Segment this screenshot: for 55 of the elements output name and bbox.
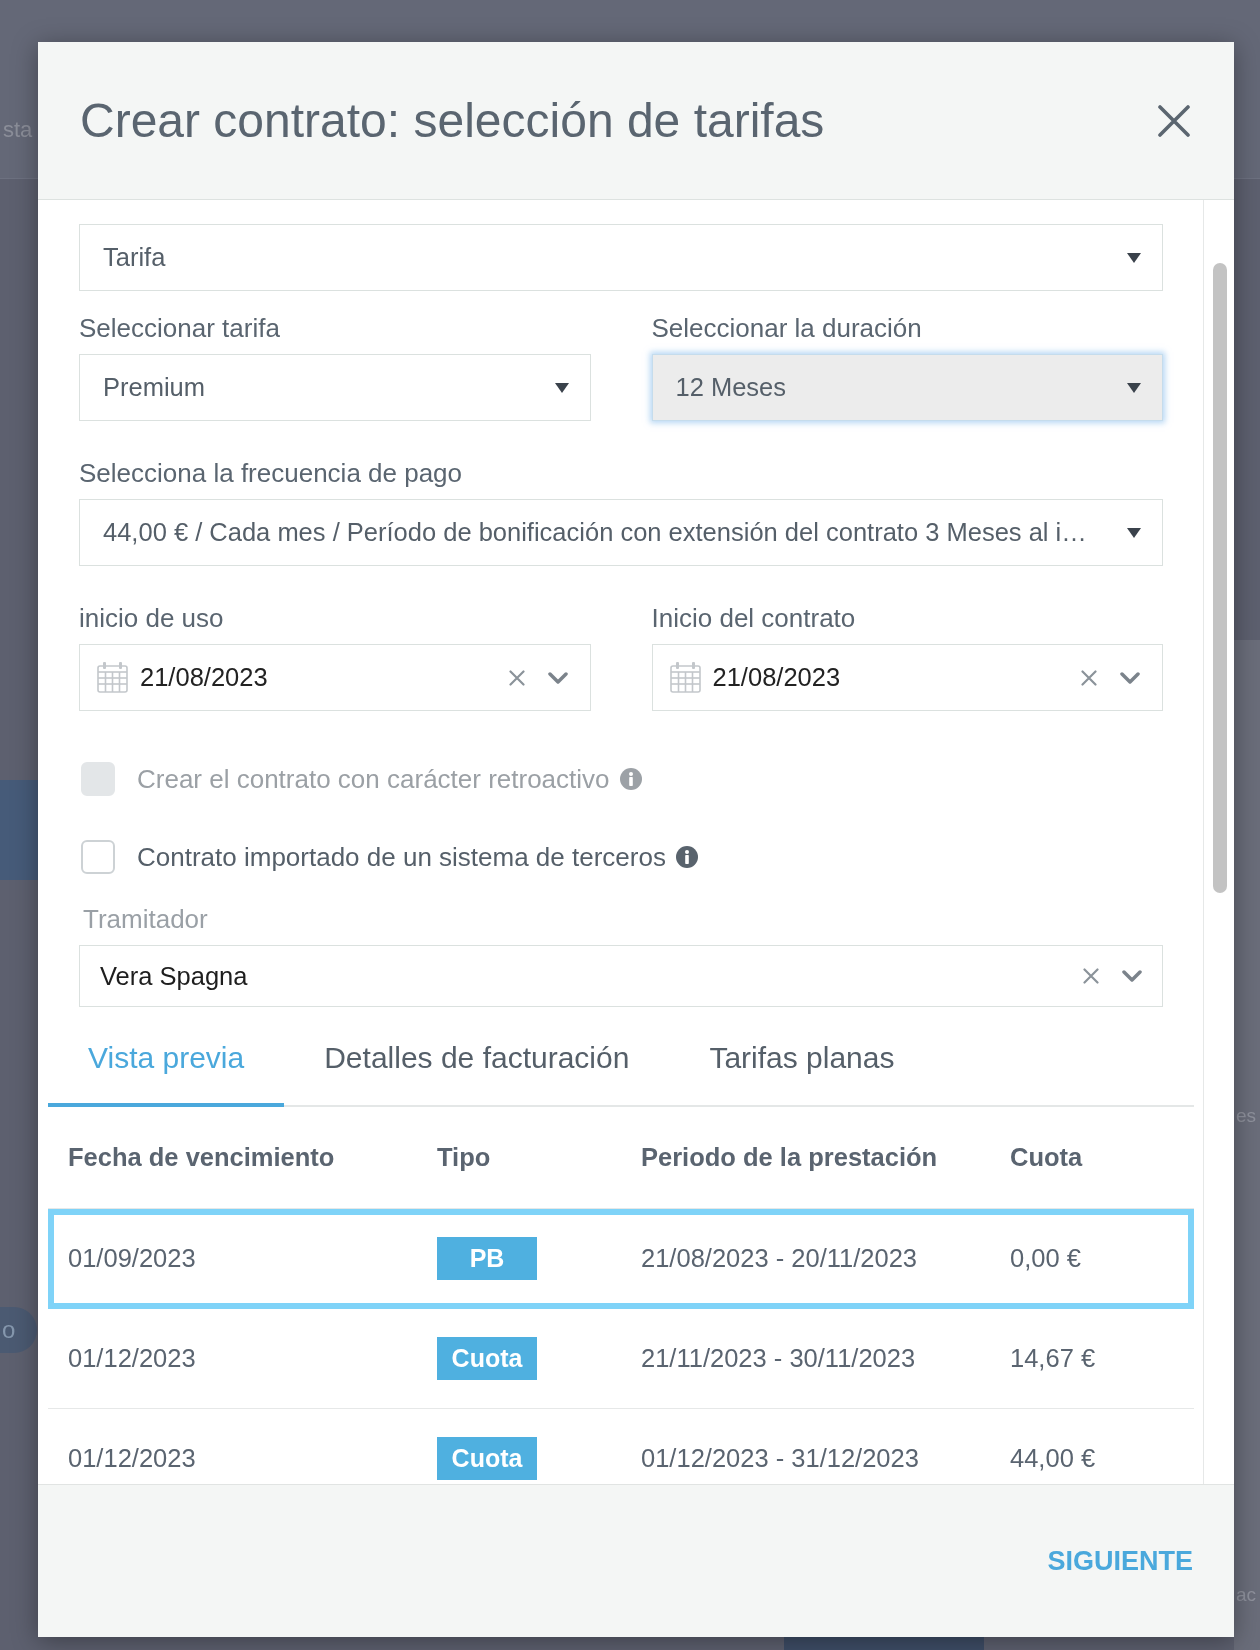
scrollbar-thumb[interactable] [1213, 263, 1227, 893]
chevron-down-icon[interactable] [547, 671, 568, 684]
clear-icon[interactable] [1081, 669, 1097, 686]
table-cell: 14,67 € [1010, 1344, 1096, 1373]
table-cell: 01/12/2023 [68, 1444, 196, 1473]
background-pill: o [0, 1307, 37, 1353]
table-cell: 01/12/2023 [68, 1344, 196, 1373]
field-label: Seleccionar tarifa [79, 313, 281, 343]
calendar-icon [97, 662, 128, 693]
table-row[interactable]: 01/09/2023 PB 21/08/2023 - 20/11/2023 0,00 € [48, 1209, 1194, 1309]
table-cell: 21/08/2023 - 20/11/2023 [641, 1244, 918, 1273]
date-field[interactable]: 21/08/2023 [651, 644, 1163, 711]
column-header: Tipo [437, 1143, 491, 1172]
tab[interactable]: Tarifas planas [669, 1012, 935, 1107]
column-header: Fecha de vencimiento [68, 1143, 335, 1172]
field-label: Tramitador [82, 904, 209, 934]
caret-icon [1127, 382, 1141, 393]
table-cell: 01/09/2023 [68, 1244, 196, 1273]
close-icon [1158, 104, 1190, 137]
field-label: inicio de uso [79, 603, 225, 633]
clear-icon[interactable] [508, 669, 525, 686]
table-cell: 44,00 € [1010, 1444, 1096, 1473]
dropdown-field[interactable]: 12 Meses [651, 354, 1163, 421]
dropdown-field[interactable]: Premium [79, 354, 591, 421]
type-badge: Cuota [437, 1437, 537, 1480]
caret-icon [554, 382, 569, 393]
info-icon[interactable] [619, 768, 642, 790]
tab[interactable]: Detalles de facturación [284, 1012, 670, 1107]
checkbox-label: Crear el contrato con carácter retroactivo [137, 763, 610, 795]
type-badge: Cuota [437, 1337, 537, 1380]
checkbox[interactable] [81, 840, 115, 874]
type-badge: PB [437, 1237, 537, 1280]
table-cell: 01/12/2023 - 31/12/2023 [641, 1444, 919, 1473]
combobox-field[interactable]: Vera Spagna [79, 945, 1163, 1007]
field-label: Inicio del contrato [651, 603, 857, 633]
table-cell: 0,00 € [1010, 1244, 1081, 1273]
chevron-down-icon[interactable] [1120, 671, 1140, 684]
table-row[interactable]: 01/12/2023 Cuota 21/11/2023 - 30/11/2023 14,67 € [48, 1309, 1194, 1409]
dropdown-field[interactable]: Tarifa [79, 224, 1163, 291]
close-button[interactable] [1158, 104, 1190, 137]
checkbox-label: Contrato importado de un sistema de terceros [137, 841, 666, 873]
field-label: Selecciona la frecuencia de pago [79, 458, 464, 488]
column-header: Periodo de la prestación [641, 1143, 938, 1172]
dropdown-field[interactable]: 44,00 € / Cada mes / Período de bonificación con extensión del contrato 3 Meses al i… [79, 499, 1163, 566]
caret-icon [1127, 252, 1141, 263]
calendar-icon [669, 662, 701, 693]
column-header: Cuota [1010, 1143, 1083, 1172]
info-icon[interactable] [675, 846, 698, 868]
dialog-title: Crear contrato: selección de tarifas [80, 93, 826, 148]
caret-icon [1127, 527, 1141, 538]
clear-icon[interactable] [1083, 968, 1099, 984]
field-label: Seleccionar la duración [651, 313, 923, 343]
chevron-down-icon[interactable] [1122, 970, 1142, 982]
table-cell: 21/11/2023 - 30/11/2023 [641, 1344, 916, 1373]
date-field[interactable]: 21/08/2023 [79, 644, 591, 711]
